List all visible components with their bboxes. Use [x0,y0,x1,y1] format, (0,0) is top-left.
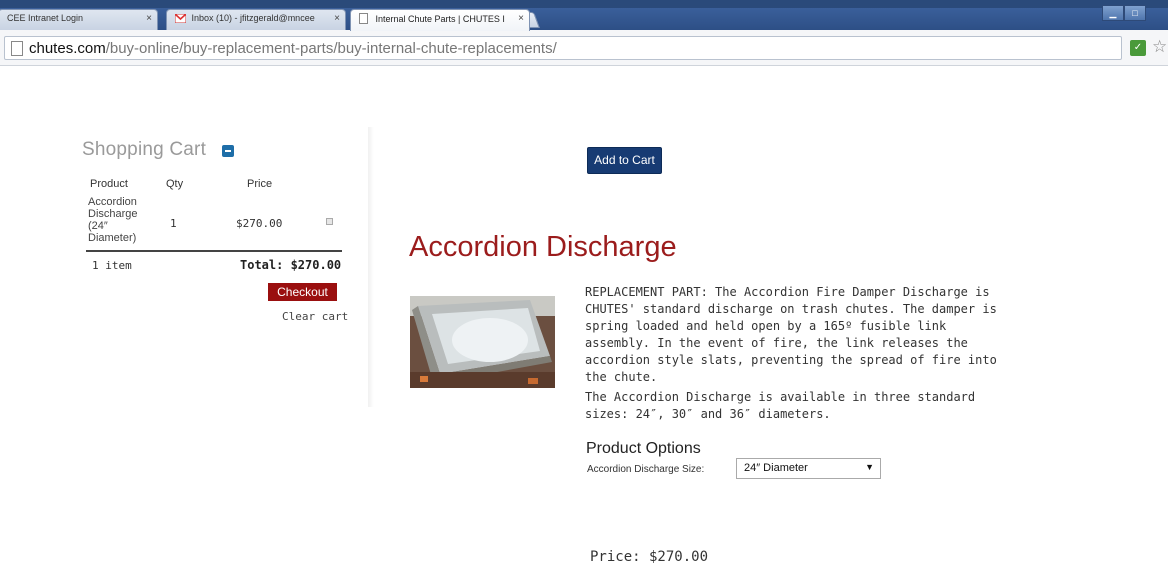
gmail-icon [174,13,187,25]
cart-divider-line [86,250,342,252]
product-sizes-description: The Accordion Discharge is available in … [585,390,976,421]
checkout-button[interactable]: Checkout [268,283,337,301]
remove-item-icon[interactable] [326,218,333,225]
add-to-cart-button[interactable]: Add to Cart [587,147,662,174]
close-icon[interactable]: × [146,13,152,24]
product-options-heading: Product Options [586,440,701,457]
dropdown-arrow-icon: ▼ [865,462,874,472]
cart-item-count: 1 item [92,259,132,272]
product-title: Accordion Discharge [409,231,677,263]
page-icon [359,13,369,24]
url-path: /buy-online/buy-replacement-parts/buy-in… [105,40,557,57]
browser-toolbar: chutes.com/buy-online/buy-replacement-pa… [0,30,1168,66]
tab-title: Inbox (10) - jfitzgerald@mncee [191,13,315,23]
page-icon [11,41,23,56]
cart-header-product: Product [90,178,128,190]
page-content: Shopping Cart Product Qty Price Accordio… [0,67,1168,571]
address-bar[interactable]: chutes.com/buy-online/buy-replacement-pa… [4,36,1122,60]
tab-internal-chute-parts[interactable]: Internal Chute Parts | CHUTES I × [350,9,530,31]
product-price: Price: $270.00 [590,549,709,565]
cart-item-price: $270.00 [236,217,283,230]
url-text[interactable]: chutes.com/buy-online/buy-replacement-pa… [29,40,557,57]
close-icon[interactable]: × [334,13,340,24]
size-select-value: 24″ Diameter [744,462,808,474]
cart-header-price: Price [247,178,273,190]
cart-header-qty: Qty [166,178,184,190]
tab-cee-intranet[interactable]: CEE Intranet Login × [0,9,158,31]
clear-cart-link[interactable]: Clear cart [282,310,348,323]
size-option-label: Accordion Discharge Size: [587,464,705,475]
extension-icon[interactable]: ✓ [1130,40,1146,56]
cart-title: Shopping Cart [82,139,207,160]
maximize-icon[interactable]: □ [1124,5,1146,21]
close-icon[interactable]: × [518,13,524,24]
tab-inbox[interactable]: Inbox (10) - jfitzgerald@mncee × [166,9,346,31]
url-domain: chutes.com [29,40,106,57]
tab-title: Internal Chute Parts | CHUTES I [375,14,505,24]
size-select[interactable]: 24″ Diameter ▼ [736,458,881,479]
collapse-cart-icon[interactable] [222,145,234,157]
product-image [410,296,555,388]
cart-total: Total: $270.00 [240,258,342,272]
product-description: REPLACEMENT PART: The Accordion Fire Dam… [585,285,997,384]
tab-title: CEE Intranet Login [7,13,84,23]
cart-item-qty: 1 [170,217,177,230]
window-controls: ▁ □ [1102,5,1146,25]
cart-item-name[interactable]: Accordion Discharge (24″ Diameter) [88,196,158,244]
bookmark-star-icon[interactable]: ☆ [1152,37,1167,57]
minimize-icon[interactable]: ▁ [1102,5,1124,21]
cart-divider [368,127,374,407]
